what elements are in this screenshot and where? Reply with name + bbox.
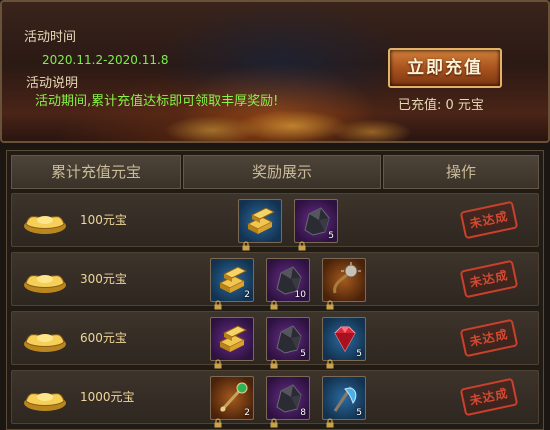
not-achieved-stamp[interactable]: 未达成 xyxy=(459,377,519,417)
item-count: 5 xyxy=(356,408,362,418)
recharge-tier-amount: 100元宝 xyxy=(80,213,127,227)
gold-bars-icon[interactable] xyxy=(210,317,254,369)
table-header: 累计充值元宝 奖励展示 操作 xyxy=(11,155,539,189)
not-achieved-stamp[interactable]: 未达成 xyxy=(459,259,519,299)
table-row: 1000元宝 2 8 5 未达成 xyxy=(11,370,539,428)
recharge-tier-amount: 300元宝 xyxy=(80,272,127,286)
black-ore-icon[interactable]: 8 xyxy=(266,376,310,428)
black-ore-icon[interactable]: 5 xyxy=(294,199,338,251)
event-description-label: 活动说明 xyxy=(26,76,79,91)
table-row: 300元宝 2 10 未达成 xyxy=(11,252,539,310)
recharged-amount: 已充值: 0 元宝 xyxy=(398,98,484,113)
not-achieved-stamp[interactable]: 未达成 xyxy=(459,200,519,240)
spiked-whip-icon[interactable] xyxy=(322,258,366,310)
recharge-tier-amount: 600元宝 xyxy=(80,331,127,345)
item-count: 2 xyxy=(244,408,250,418)
header-cumulative-recharge: 累计充值元宝 xyxy=(11,155,181,189)
table-row: 100元宝 5 未达成 xyxy=(11,193,539,251)
jeweled-scepter-icon[interactable]: 2 xyxy=(210,376,254,428)
event-dates: 2020.11.2-2020.11.8 xyxy=(42,53,169,67)
header-rewards-display: 奖励展示 xyxy=(183,155,381,189)
table-row: 600元宝 5 5 未达成 xyxy=(11,311,539,369)
item-count: 8 xyxy=(300,408,306,418)
gold-ingot-icon xyxy=(22,265,68,295)
item-count: 5 xyxy=(356,349,362,359)
item-count: 5 xyxy=(300,349,306,359)
recharge-now-button[interactable]: 立即充值 xyxy=(388,48,502,88)
recharge-tier-amount: 1000元宝 xyxy=(80,390,135,404)
gold-ingot-icon xyxy=(22,206,68,236)
black-ore-icon[interactable]: 5 xyxy=(266,317,310,369)
not-achieved-stamp[interactable]: 未达成 xyxy=(459,318,519,358)
event-description: 活动期间,累计充值达标即可领取丰厚奖励! xyxy=(35,94,279,109)
item-count: 2 xyxy=(244,290,250,300)
red-gem-icon[interactable]: 5 xyxy=(322,317,366,369)
item-count: 10 xyxy=(294,290,306,300)
gold-ingot-icon xyxy=(22,383,68,413)
black-ore-icon[interactable]: 10 xyxy=(266,258,310,310)
gold-ingot-icon xyxy=(22,324,68,354)
reward-table: 累计充值元宝 奖励展示 操作 100元宝 5 未达成 300元宝 2 10 未达成 600元宝… xyxy=(6,150,544,430)
item-count: 5 xyxy=(328,231,334,241)
event-time-label: 活动时间 xyxy=(24,30,77,45)
event-banner: 活动时间 2020.11.2-2020.11.8 活动说明 活动期间,累计充值达… xyxy=(0,0,550,143)
header-action: 操作 xyxy=(383,155,539,189)
blue-axe-icon[interactable]: 5 xyxy=(322,376,366,428)
gold-bars-icon[interactable] xyxy=(238,199,282,251)
gold-bars-icon[interactable]: 2 xyxy=(210,258,254,310)
